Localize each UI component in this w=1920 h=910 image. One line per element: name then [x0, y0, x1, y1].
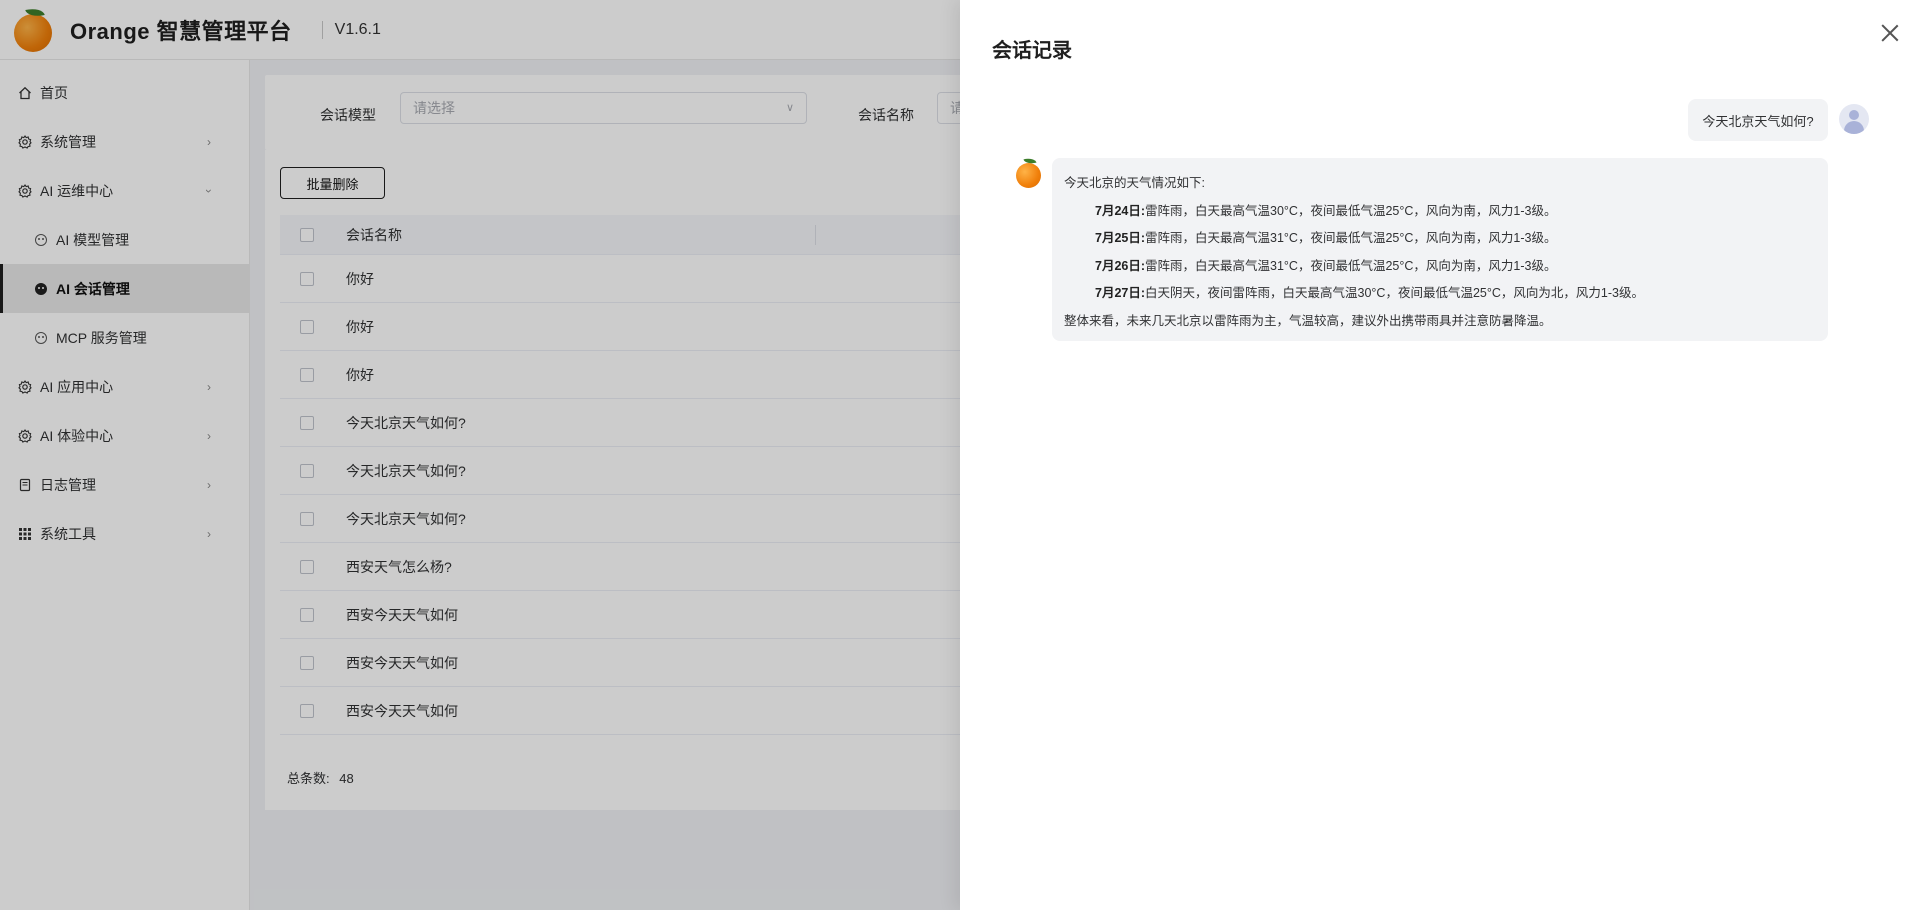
bot-day-text: 白天阴天，夜间雷阵雨，白天最高气温30°C，夜间最低气温25°C，风向为北，风力…: [1145, 286, 1644, 300]
bot-day-line: 7月24日:雷阵雨，白天最高气温30°C，夜间最低气温25°C，风向为南，风力1…: [1064, 198, 1816, 226]
user-message-bubble: 今天北京天气如何?: [1688, 99, 1828, 141]
bot-day-text: 雷阵雨，白天最高气温31°C，夜间最低气温25°C，风向为南，风力1-3级。: [1145, 258, 1557, 273]
bot-day-line: 7月25日:雷阵雨，白天最高气温31°C，夜间最低气温25°C，风向为南，风力1…: [1064, 225, 1816, 253]
bot-day-text: 雷阵雨，白天最高气温31°C，夜间最低气温25°C，风向为南，风力1-3级。: [1145, 231, 1557, 245]
close-icon[interactable]: [1877, 20, 1903, 46]
bot-day-date: 7月24日:: [1095, 203, 1146, 218]
bot-day-line: 7月26日:雷阵雨，白天最高气温31°C，夜间最低气温25°C，风向为南，风力1…: [1064, 253, 1816, 281]
user-avatar: [1839, 104, 1869, 134]
conversation-drawer: 会话记录 今天北京天气如何? 今天北京的天气情况如下: 7月24日:雷阵雨，白天…: [960, 0, 1920, 910]
drawer-overlay[interactable]: [0, 0, 960, 910]
bot-summary: 整体来看，未来几天北京以雷阵雨为主，气温较高，建议外出携带雨具并注意防暑降温。: [1064, 313, 1552, 328]
bot-day-text: 雷阵雨，白天最高气温30°C，夜间最低气温25°C，风向为南，风力1-3级。: [1145, 203, 1557, 218]
bot-day-date: 7月27日:: [1095, 286, 1146, 300]
bot-avatar: [1014, 156, 1044, 188]
bot-message-bubble: 今天北京的天气情况如下: 7月24日:雷阵雨，白天最高气温30°C，夜间最低气温…: [1052, 158, 1828, 341]
bot-intro: 今天北京的天气情况如下:: [1064, 176, 1205, 190]
bot-day-date: 7月25日:: [1095, 231, 1146, 245]
bot-day-date: 7月26日:: [1095, 258, 1146, 273]
drawer-title: 会话记录: [992, 40, 1072, 62]
bot-day-line: 7月27日:白天阴天，夜间雷阵雨，白天最高气温30°C，夜间最低气温25°C，风…: [1064, 280, 1816, 308]
